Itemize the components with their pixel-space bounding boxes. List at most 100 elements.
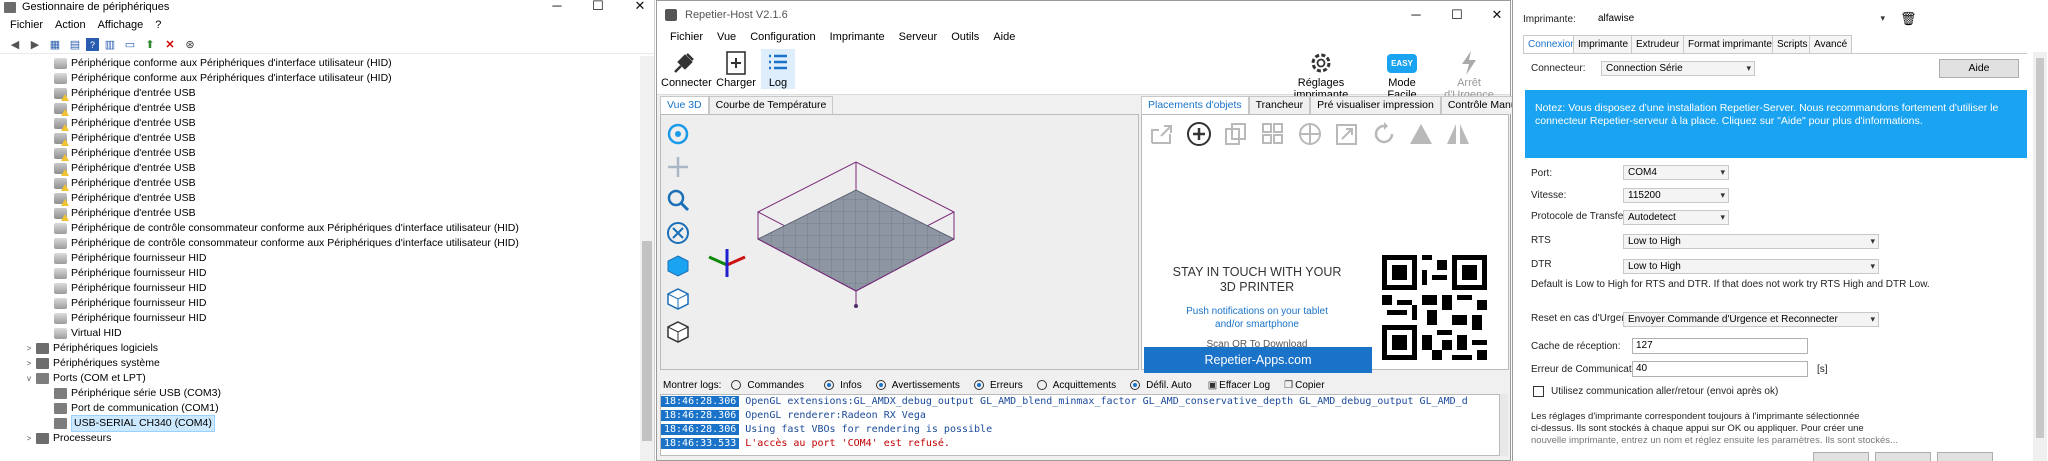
menu-configuration[interactable]: Configuration bbox=[743, 29, 822, 47]
speed-select[interactable]: 115200 bbox=[1623, 188, 1729, 203]
device-row[interactable]: Périphérique fournisseur HID bbox=[0, 266, 640, 281]
commands-toggle[interactable] bbox=[731, 380, 742, 390]
update-driver-icon[interactable]: ⬆ bbox=[141, 37, 159, 53]
printer-select[interactable]: alfawise bbox=[1593, 11, 1889, 26]
emergency-stop-button[interactable]: Arrêt d'Urgence bbox=[1433, 49, 1505, 101]
scale-icon[interactable] bbox=[1331, 121, 1362, 147]
protocol-select[interactable]: Autodetect bbox=[1623, 210, 1729, 225]
promo-link-button[interactable]: Repetier-Apps.com bbox=[1144, 347, 1372, 373]
close-icon[interactable]: ✕ bbox=[1482, 8, 1512, 21]
help-button[interactable]: Aide bbox=[1939, 59, 2019, 78]
connect-button[interactable]: Connecter bbox=[661, 49, 712, 89]
tab-object-placement[interactable]: Placements d'objets bbox=[1141, 96, 1249, 114]
errors-toggle[interactable] bbox=[973, 380, 984, 390]
tab-extrudeur[interactable]: Extrudeur bbox=[1631, 35, 1685, 53]
maximize-icon[interactable]: ☐ bbox=[1442, 8, 1472, 21]
apply-button[interactable] bbox=[1875, 452, 1931, 461]
top-view-icon[interactable] bbox=[665, 319, 691, 345]
clear-log-button[interactable]: Effacer Log bbox=[1219, 380, 1270, 391]
monitor-icon[interactable]: ▭ bbox=[121, 37, 139, 53]
uninstall-icon[interactable]: ✕ bbox=[161, 37, 179, 53]
tab-vue-3d[interactable]: Vue 3D bbox=[660, 96, 709, 114]
tab-avance[interactable]: Avancé bbox=[1809, 35, 1853, 53]
device-row[interactable]: Virtual HID bbox=[0, 326, 640, 341]
tab-slicer[interactable]: Trancheur bbox=[1248, 96, 1311, 114]
device-row[interactable]: Périphérique d'entrée USB bbox=[0, 86, 640, 101]
center-icon[interactable] bbox=[1294, 121, 1325, 147]
tab-print-preview[interactable]: Pré visualiser impression bbox=[1310, 96, 1441, 114]
back-arrow-icon[interactable]: ◀ bbox=[6, 37, 24, 53]
front-view-icon[interactable] bbox=[665, 286, 691, 312]
log-output[interactable]: 18:46:28.306 OpenGL extensions:GL_AMDX_de… bbox=[660, 394, 1500, 456]
clear-log-icon[interactable]: ▣ bbox=[1208, 380, 1217, 391]
device-row[interactable]: Périphérique conforme aux Périphériques … bbox=[0, 56, 640, 71]
rotate-object-icon[interactable] bbox=[1368, 121, 1399, 147]
device-row[interactable]: Périphérique d'entrée USB bbox=[0, 101, 640, 116]
trash-icon[interactable]: 🗑 bbox=[1900, 11, 1917, 27]
expand-arrow-icon[interactable]: > bbox=[24, 431, 34, 446]
reset-select[interactable]: Envoyer Commande d'Urgence et Reconnecte… bbox=[1623, 312, 1879, 327]
cache-input[interactable]: 127 bbox=[1632, 338, 1808, 354]
list-view-icon[interactable]: ▤ bbox=[66, 37, 84, 53]
scrollbar-thumb[interactable] bbox=[2036, 58, 2044, 438]
ok-button[interactable] bbox=[1813, 452, 1869, 461]
download-icon[interactable]: ⊛ bbox=[181, 37, 199, 53]
port-com3[interactable]: Périphérique série USB (COM3) bbox=[0, 386, 640, 401]
device-row[interactable]: Périphérique fournisseur HID bbox=[0, 281, 640, 296]
infos-toggle[interactable] bbox=[824, 380, 835, 390]
menu-serveur[interactable]: Serveur bbox=[892, 29, 945, 47]
zoom-icon[interactable] bbox=[665, 187, 691, 213]
device-tree-scrollbar[interactable] bbox=[640, 56, 654, 461]
rts-select[interactable]: Low to High bbox=[1623, 234, 1879, 249]
device-row[interactable]: Périphérique d'entrée USB bbox=[0, 161, 640, 176]
dtr-select[interactable]: Low to High bbox=[1623, 259, 1879, 274]
iso-view-icon[interactable] bbox=[665, 253, 691, 279]
3d-view[interactable] bbox=[660, 114, 1139, 370]
mirror-icon[interactable] bbox=[1442, 121, 1473, 147]
close-icon[interactable]: ✕ bbox=[625, 0, 655, 12]
category-systeme[interactable]: > Périphériques système bbox=[0, 356, 640, 371]
category-processeurs[interactable]: > Processeurs bbox=[0, 431, 640, 446]
device-row[interactable]: Périphérique d'entrée USB bbox=[0, 146, 640, 161]
comm-error-input[interactable]: 40 bbox=[1632, 361, 1808, 377]
device-row[interactable]: Périphérique d'entrée USB bbox=[0, 116, 640, 131]
device-row[interactable]: Périphérique conforme aux Périphériques … bbox=[0, 71, 640, 86]
device-row[interactable]: Périphérique d'entrée USB bbox=[0, 131, 640, 146]
menu-affichage[interactable]: Affichage bbox=[92, 16, 150, 36]
menu-fichier[interactable]: Fichier bbox=[4, 16, 49, 36]
tab-format-imprimante[interactable]: Format imprimante bbox=[1683, 35, 1777, 53]
category-logiciels[interactable]: > Périphériques logiciels bbox=[0, 341, 640, 356]
menu-fichier[interactable]: Fichier bbox=[663, 29, 710, 47]
tab-temperature-curve[interactable]: Courbe de Température bbox=[708, 96, 834, 114]
tab-scripts[interactable]: Scripts bbox=[1772, 35, 1813, 53]
fit-view-icon[interactable] bbox=[665, 220, 691, 246]
menu-outils[interactable]: Outils bbox=[944, 29, 986, 47]
log-scrollbar[interactable] bbox=[1500, 394, 1508, 456]
menu-action[interactable]: Action bbox=[49, 16, 92, 36]
expand-arrow-icon[interactable]: > bbox=[24, 341, 34, 356]
printer-settings-button[interactable]: Réglages imprimante bbox=[1271, 49, 1371, 101]
export-icon[interactable] bbox=[1146, 121, 1177, 147]
load-button[interactable]: Charger bbox=[713, 49, 759, 89]
port-com4[interactable]: USB-SERIAL CH340 (COM4) bbox=[0, 415, 640, 432]
minimize-icon[interactable]: ─ bbox=[1401, 8, 1431, 21]
log-button[interactable]: Log bbox=[761, 49, 795, 89]
port-select[interactable]: COM4 bbox=[1623, 165, 1729, 180]
rotate-view-icon[interactable] bbox=[665, 121, 691, 147]
device-row[interactable]: Périphérique d'entrée USB bbox=[0, 176, 640, 191]
tab-imprimante[interactable]: Imprimante bbox=[1573, 35, 1634, 53]
details-icon[interactable]: ▥ bbox=[101, 37, 119, 53]
device-row[interactable]: Périphérique de contrôle consommateur co… bbox=[0, 221, 640, 236]
device-row[interactable]: Périphérique de contrôle consommateur co… bbox=[0, 236, 640, 251]
device-row[interactable]: Périphérique d'entrée USB bbox=[0, 191, 640, 206]
move-view-icon[interactable] bbox=[665, 154, 691, 180]
menu-vue[interactable]: Vue bbox=[710, 29, 743, 47]
properties-icon[interactable]: ▦ bbox=[46, 37, 64, 53]
cancel-button[interactable] bbox=[1937, 452, 1993, 461]
settings-scrollbar[interactable] bbox=[2033, 52, 2047, 461]
acks-toggle[interactable] bbox=[1036, 380, 1047, 390]
collapse-arrow-icon[interactable]: v bbox=[24, 371, 34, 386]
device-row[interactable]: Périphérique fournisseur HID bbox=[0, 311, 640, 326]
cut-icon[interactable] bbox=[1405, 121, 1436, 147]
copy-button[interactable]: Copier bbox=[1295, 380, 1324, 391]
